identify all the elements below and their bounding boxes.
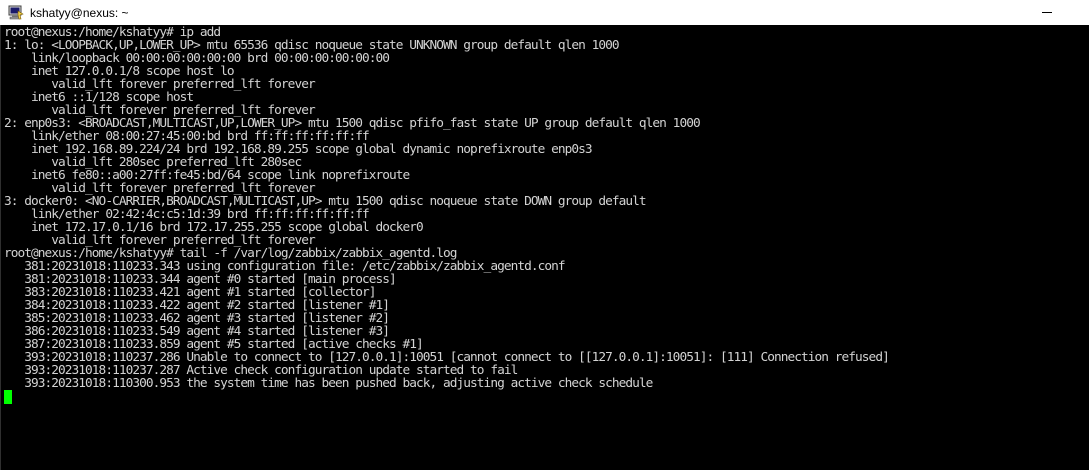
terminal-output[interactable]: root@nexus:/home/kshatyy# ip add 1: lo: … [0, 25, 1089, 470]
terminal-cursor [4, 390, 12, 404]
terminal-window: kshatyy@nexus: ~ root@nexus:/home/kshaty… [0, 0, 1089, 470]
title-bar[interactable]: kshatyy@nexus: ~ [0, 0, 1089, 25]
terminal-line: 393:20231018:110300.953 the system time … [4, 376, 653, 391]
minimize-button[interactable] [1025, 0, 1069, 25]
putty-terminal-icon [8, 5, 24, 19]
minimize-icon [1042, 12, 1052, 13]
window-title: kshatyy@nexus: ~ [30, 5, 129, 20]
